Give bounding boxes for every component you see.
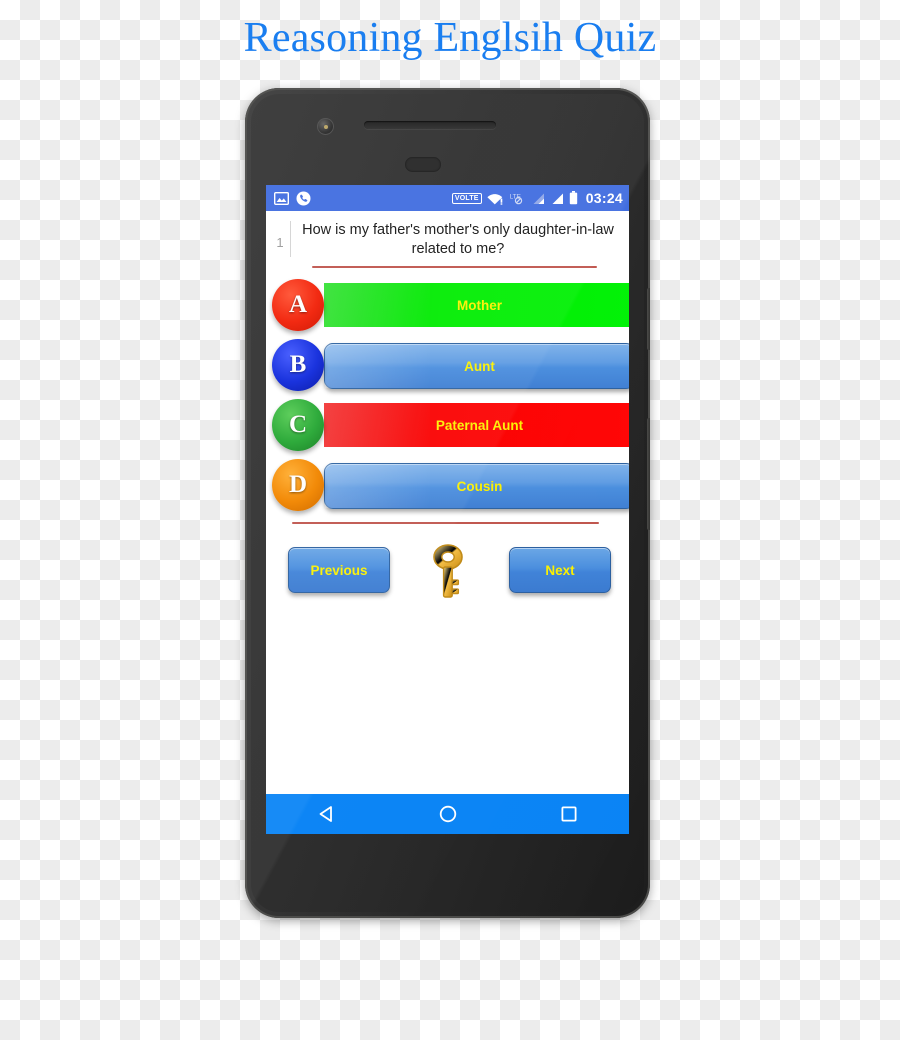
option-answer-a-label: Mother [457, 297, 502, 313]
answer-sheen [324, 283, 430, 327]
question-separator [312, 266, 597, 268]
status-bar-right-icons: VOLTE LTE 03:24 [451, 190, 623, 206]
back-triangle-icon[interactable] [317, 804, 337, 824]
android-nav-bar [266, 794, 629, 834]
page-title: Reasoning Englsih Quiz [243, 15, 657, 61]
signal-bars-2-icon [552, 193, 563, 204]
option-letter-c: C [272, 399, 324, 451]
answer-sheen [325, 344, 431, 388]
option-answer-a[interactable]: Mother [324, 283, 629, 327]
option-answer-c-label: Paternal Aunt [435, 417, 524, 433]
next-button[interactable]: Next [509, 547, 611, 593]
option-answer-c[interactable]: Paternal Aunt [324, 403, 629, 447]
controls-row: Previous Next [266, 534, 629, 606]
option-letter-d: D [272, 459, 324, 511]
status-bar-left-icons [274, 191, 311, 206]
key-icon [432, 544, 463, 598]
question-container: 1 How is my father's mother's only daugh… [266, 211, 629, 259]
phone-screen: VOLTE LTE 03:24 1 How is my father's mot… [266, 185, 629, 834]
option-answer-d-label: Cousin [456, 478, 503, 494]
options-list: A Mother B Aunt C Paternal Aunt D Cousin [266, 274, 629, 514]
lte-off-icon: LTE [509, 193, 522, 204]
option-row-d[interactable]: D Cousin [266, 454, 629, 514]
status-bar-clock: 03:24 [585, 190, 623, 206]
option-row-b[interactable]: B Aunt [266, 334, 629, 394]
status-bar: VOLTE LTE 03:24 [266, 185, 629, 211]
controls-separator [292, 522, 599, 524]
question-number: 1 [276, 235, 284, 250]
answer-sheen [324, 403, 430, 447]
option-row-c[interactable]: C Paternal Aunt [266, 394, 629, 454]
option-answer-b[interactable]: Aunt [324, 343, 629, 389]
power-button[interactable] [647, 288, 650, 350]
phone-device: VOLTE LTE 03:24 1 How is my father's mot… [245, 88, 650, 918]
recents-square-icon[interactable] [559, 804, 579, 824]
earpiece-speaker [364, 121, 496, 129]
option-row-a[interactable]: A Mother [266, 274, 629, 334]
phone-call-icon [296, 191, 311, 205]
wifi-alert-icon [487, 193, 502, 205]
front-camera-icon [317, 118, 334, 135]
previous-button[interactable]: Previous [288, 547, 390, 593]
answer-sheen [325, 464, 431, 508]
volte-badge: VOLTE [451, 192, 482, 204]
signal-bars-1-icon [533, 193, 544, 204]
image-icon [274, 191, 289, 205]
option-letter-b: B [272, 339, 324, 391]
question-text: How is my father's mother's only daughte… [302, 222, 614, 257]
proximity-sensor [405, 157, 441, 172]
option-letter-a: A [272, 279, 324, 331]
option-answer-d[interactable]: Cousin [324, 463, 629, 509]
question-divider [290, 221, 291, 257]
camera-lens-dot [324, 125, 328, 129]
battery-icon [569, 191, 577, 205]
option-answer-b-label: Aunt [464, 358, 495, 374]
volume-rocker-button[interactable] [647, 418, 650, 530]
home-circle-icon[interactable] [438, 804, 458, 824]
